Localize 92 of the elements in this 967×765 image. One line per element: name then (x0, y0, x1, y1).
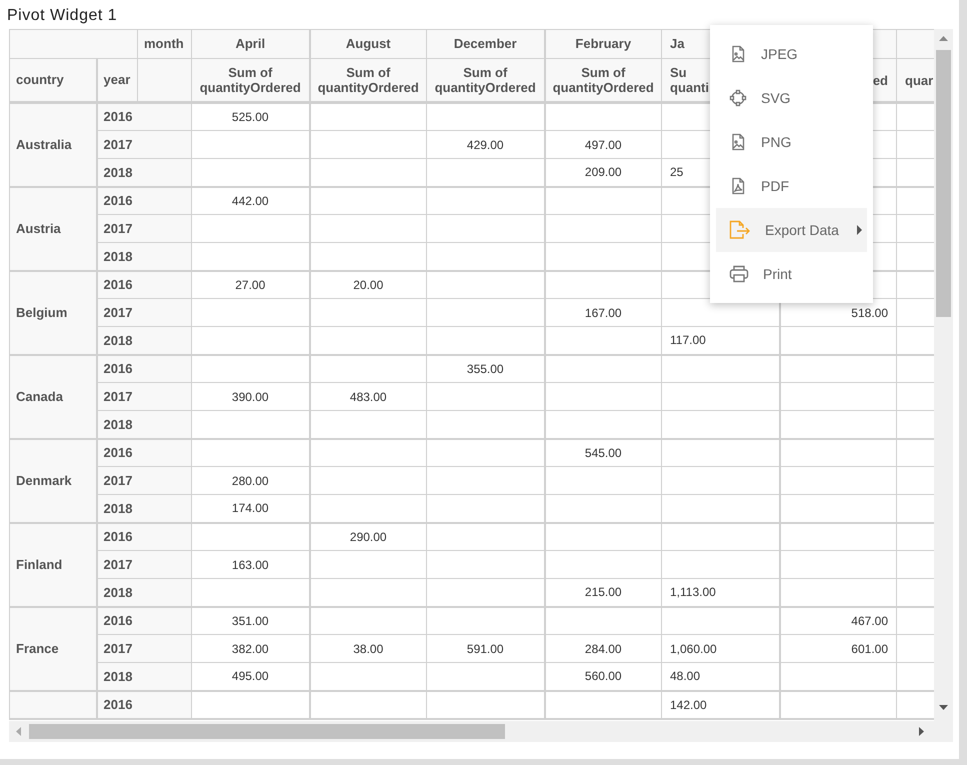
year-cell: 2016 (96, 522, 192, 550)
year-cell: 2016 (96, 354, 192, 382)
year-cell: 2016 (96, 102, 192, 130)
value-cell: 25 (670, 165, 684, 180)
row-field-header[interactable]: year (96, 58, 138, 102)
value-cell: 117.00 (670, 333, 706, 348)
row-field-header[interactable]: country (10, 58, 96, 102)
scrollbar-thumb[interactable] (936, 50, 951, 317)
year-cell: 2017 (96, 466, 192, 494)
value-cell: 442.00 (232, 194, 269, 208)
year-cell: 2018 (96, 242, 192, 270)
year-cell: 2017 (96, 382, 192, 410)
scroll-down-icon[interactable] (939, 705, 948, 710)
printer-icon (729, 265, 749, 283)
scrollbar-thumb[interactable] (29, 724, 505, 739)
measure-header[interactable]: Sum of quantityOrdered (544, 58, 662, 102)
menu-item[interactable]: PDF (716, 164, 867, 208)
column-member-header[interactable]: April (192, 30, 310, 58)
year-cell: 2017 (96, 634, 192, 662)
country-cell: Australia (10, 102, 96, 186)
year-cell: 2017 (96, 550, 192, 578)
measure-header[interactable]: quar (896, 58, 934, 102)
value-cell: 351.00 (232, 614, 269, 628)
year-cell: 2016 (96, 690, 192, 718)
menu-item[interactable]: PNG (716, 120, 867, 164)
file-export-icon (729, 220, 751, 240)
value-cell: 518.00 (851, 306, 888, 320)
country-cell: Belgium (10, 270, 96, 354)
year-cell: 2018 (96, 410, 192, 438)
year-cell: 2017 (96, 214, 192, 242)
value-cell: 467.00 (851, 614, 888, 628)
measure-header[interactable]: Sum of quantityOrdered (310, 58, 426, 102)
measure-header[interactable]: Sum of quantityOrdered (192, 58, 310, 102)
header-blank (138, 58, 192, 102)
value-cell: 601.00 (851, 642, 888, 656)
widget-title: Pivot Widget 1 (7, 6, 118, 26)
value-cell: 429.00 (466, 138, 504, 152)
value-cell: 545.00 (584, 446, 622, 460)
year-cell: 2018 (96, 494, 192, 522)
year-cell: 2018 (96, 326, 192, 354)
country-cell: Austria (10, 186, 96, 270)
column-member-header[interactable]: August (310, 30, 426, 58)
value-cell: 1,113.00 (670, 585, 716, 600)
scroll-up-icon[interactable] (939, 36, 948, 41)
scroll-left-icon[interactable] (16, 727, 21, 736)
value-cell: 48.00 (670, 669, 700, 684)
value-cell: 290.00 (350, 530, 387, 544)
value-cell: 209.00 (584, 165, 622, 180)
value-cell: 215.00 (584, 585, 622, 600)
column-field-header[interactable]: month (138, 30, 192, 58)
year-cell: 2016 (96, 270, 192, 298)
value-cell: 382.00 (232, 642, 269, 656)
country-cell: France (10, 606, 96, 690)
value-cell: 591.00 (466, 642, 504, 656)
submenu-caret-icon (856, 225, 862, 235)
year-cell: 2017 (96, 298, 192, 326)
value-cell: 390.00 (232, 390, 269, 404)
value-cell: 38.00 (353, 642, 384, 656)
menu-item[interactable]: Export Data (716, 208, 867, 252)
value-cell: 1,060.00 (670, 642, 717, 656)
value-cell: 495.00 (232, 669, 269, 684)
value-cell: 163.00 (232, 558, 269, 572)
menu-item[interactable]: SVG (716, 76, 867, 120)
year-cell: 2018 (96, 662, 192, 690)
menu-item[interactable]: JPEG (716, 32, 867, 76)
column-member-header[interactable]: February (544, 30, 662, 58)
value-cell: 27.00 (235, 278, 266, 292)
value-cell: 280.00 (232, 474, 269, 488)
year-cell: 2018 (96, 158, 192, 186)
menu-item[interactable]: Print (716, 252, 867, 296)
country-cell: Canada (10, 354, 96, 438)
value-cell: 142.00 (670, 698, 707, 712)
value-cell: 167.00 (584, 306, 622, 320)
value-cell: 284.00 (584, 642, 622, 656)
value-cell: 174.00 (232, 501, 269, 516)
value-cell: 525.00 (232, 110, 269, 124)
value-cell: 355.00 (466, 362, 504, 376)
vector-nodes-icon (729, 89, 747, 107)
value-cell: 560.00 (584, 669, 622, 684)
value-cell: 20.00 (353, 278, 384, 292)
value-cell: 497.00 (584, 138, 622, 152)
country-cell: Finland (10, 522, 96, 606)
year-cell: 2016 (96, 606, 192, 634)
year-cell: 2018 (96, 578, 192, 606)
value-cell: 483.00 (350, 390, 387, 404)
year-cell: 2016 (96, 438, 192, 466)
year-cell: 2017 (96, 130, 192, 158)
year-cell: 2016 (96, 186, 192, 214)
measure-header[interactable]: Sum of quantityOrdered (426, 58, 544, 102)
country-cell: Denmark (10, 438, 96, 522)
column-member-header[interactable]: December (426, 30, 544, 58)
scroll-right-icon[interactable] (919, 727, 924, 736)
